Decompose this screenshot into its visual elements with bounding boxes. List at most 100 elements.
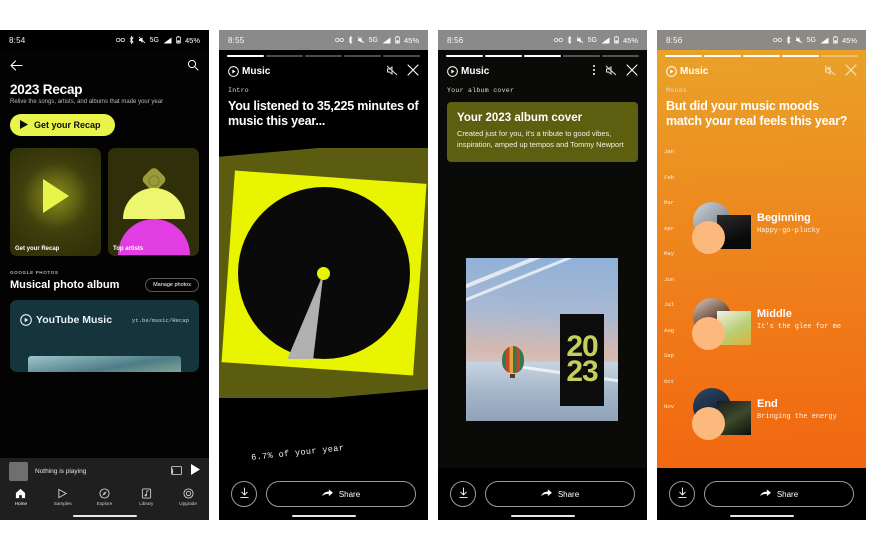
progress-segment[interactable] [743, 55, 780, 57]
story-header: Music [219, 57, 428, 81]
cast-icon[interactable] [171, 462, 182, 480]
get-your-recap-button[interactable]: Get your Recap [10, 114, 115, 136]
progress-segment[interactable] [782, 55, 819, 57]
status-time: 8:55 [228, 35, 245, 45]
promo-url: yt.be/music/Recap [131, 316, 189, 324]
share-label: Share [338, 489, 361, 499]
mood-entry-middle[interactable]: Middle It's the glee for me [687, 298, 856, 354]
mute-icon [576, 36, 583, 44]
now-playing-bar[interactable]: Nothing is playing [0, 458, 209, 484]
card-get-your-recap[interactable]: Get your Recap [10, 148, 101, 256]
month-axis: Jan Feb Mar Apr May Jun Jul Aug Sep Oct … [664, 148, 686, 410]
cover-year-bottom: 23 [566, 355, 598, 388]
mood-text: End Bringing the energy [757, 388, 837, 422]
progress-segment[interactable] [485, 55, 522, 57]
progress-segment[interactable] [665, 55, 702, 57]
phone-screen-recap-home: 8:54 5G 45% 2023 Recap Relive the songs,… [0, 30, 209, 520]
progress-segment[interactable] [704, 55, 741, 57]
story-header-icons [824, 63, 857, 81]
youtube-music-promo-card[interactable]: YouTube Music yt.be/music/Recap [10, 300, 199, 372]
share-button[interactable]: Share [485, 481, 635, 507]
progress-segment[interactable] [383, 55, 420, 57]
close-icon[interactable] [845, 63, 857, 81]
progress-segment[interactable] [305, 55, 342, 57]
home-indicator [72, 514, 137, 517]
progress-segment[interactable] [266, 55, 303, 57]
story-header-icons [592, 63, 638, 81]
manage-photos-button[interactable]: Manage photos [145, 278, 199, 292]
battery-icon [614, 36, 619, 44]
month-label: Sep [664, 352, 675, 359]
app-bar [0, 50, 209, 80]
mute-off-icon[interactable] [605, 63, 617, 81]
battery-label: 45% [184, 35, 200, 45]
home-indicator [729, 514, 794, 517]
search-icon[interactable] [187, 58, 199, 76]
share-button[interactable]: Share [266, 481, 416, 507]
mute-off-icon[interactable] [824, 63, 836, 81]
mood-text: Middle It's the glee for me [757, 298, 841, 332]
mood-title: End [757, 398, 778, 410]
tab-explore[interactable]: Explore [85, 488, 123, 506]
share-label: Share [557, 489, 580, 499]
mood-entry-end[interactable]: End Bringing the energy [687, 388, 856, 444]
download-button[interactable] [231, 481, 257, 507]
tab-upgrade[interactable]: Upgrade [169, 488, 207, 506]
tab-label: Home [14, 501, 28, 506]
hot-air-balloon [502, 346, 524, 373]
story-header: Music [657, 57, 866, 81]
status-time: 8:54 [9, 35, 26, 45]
tab-library[interactable]: Library [127, 488, 165, 506]
battery-label: 45% [622, 35, 638, 45]
story-progress[interactable] [438, 50, 647, 57]
story-progress[interactable] [657, 50, 866, 57]
glasses-icon [115, 37, 125, 43]
status-bar: 8:54 5G 45% [0, 30, 209, 50]
story-headline: You listened to 35,225 minutes of music … [228, 98, 419, 129]
youtube-music-icon [666, 66, 677, 78]
mood-subtitle: Bringing the energy [757, 413, 837, 421]
promo-photo [28, 356, 181, 372]
brand-label: Music [680, 66, 709, 78]
tab-label: Explore [96, 501, 113, 506]
dome-yellow-decor [122, 188, 185, 219]
back-arrow-icon[interactable] [10, 58, 23, 76]
mute-icon [795, 36, 802, 44]
mute-icon [357, 36, 364, 44]
card-top-artists[interactable]: Top artists [108, 148, 199, 256]
signal-icon [820, 37, 829, 43]
close-icon[interactable] [626, 63, 638, 81]
page-title: 2023 Recap [10, 82, 83, 97]
mood-text: Beginning Happy-go-plucky [757, 202, 820, 236]
mood-entry-beginning[interactable]: Beginning Happy-go-plucky [687, 202, 856, 258]
mood-color-dot [692, 317, 725, 350]
screenshot-grid: 8:54 5G 45% 2023 Recap Relive the songs,… [0, 0, 880, 520]
progress-segment[interactable] [344, 55, 381, 57]
download-icon [677, 487, 688, 502]
mood-color-dot [692, 407, 725, 440]
play-icon[interactable] [191, 462, 200, 480]
tab-home[interactable]: Home [2, 488, 40, 506]
progress-segment[interactable] [524, 55, 561, 57]
progress-segment[interactable] [446, 55, 483, 57]
more-vert-icon[interactable] [592, 63, 596, 81]
promo-brand-label: YouTube Music [36, 314, 113, 326]
progress-segment[interactable] [227, 55, 264, 57]
record-spindle [317, 266, 330, 280]
tab-samples[interactable]: Samples [44, 488, 82, 506]
progress-segment[interactable] [563, 55, 600, 57]
share-button[interactable]: Share [704, 481, 854, 507]
download-button[interactable] [450, 481, 476, 507]
story-progress[interactable] [219, 50, 428, 57]
now-playing-label: Nothing is playing [35, 467, 87, 475]
progress-segment[interactable] [602, 55, 639, 57]
month-label: Jun [664, 275, 675, 283]
month-label: Nov [664, 403, 675, 410]
signal-icon [163, 37, 172, 43]
mute-off-icon[interactable] [386, 63, 398, 81]
progress-segment[interactable] [821, 55, 858, 57]
download-button[interactable] [669, 481, 695, 507]
close-icon[interactable] [407, 63, 419, 81]
youtube-music-icon [228, 66, 239, 78]
bluetooth-icon [348, 36, 353, 44]
